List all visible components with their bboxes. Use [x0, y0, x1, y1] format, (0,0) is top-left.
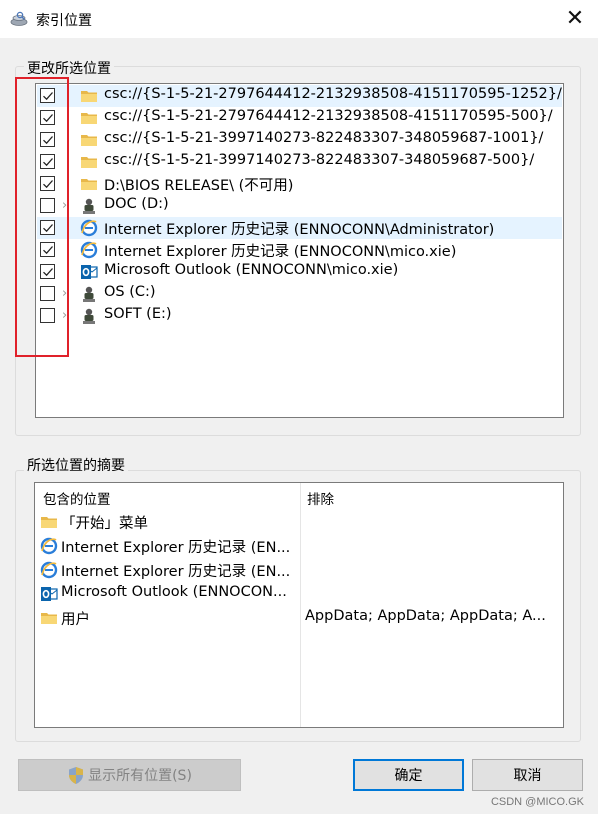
location-item[interactable]: D:\BIOS RELEASE\ (不可用)	[37, 173, 562, 195]
location-item[interactable]: › DOC (D:)	[37, 195, 562, 217]
close-icon: ✕	[565, 6, 585, 31]
location-item[interactable]: csc://{S-1-5-21-3997140273-822483307-348…	[37, 129, 562, 151]
column-header-included[interactable]: 包含的位置	[43, 483, 111, 509]
location-label: D:\BIOS RELEASE\ (不可用)	[104, 178, 294, 194]
location-tree[interactable]: csc://{S-1-5-21-2797644412-2132938508-41…	[35, 83, 564, 418]
location-label: OS (C:)	[104, 284, 156, 300]
close-button[interactable]: ✕	[552, 0, 598, 38]
location-item[interactable]: Internet Explorer 历史记录 (ENNOCONN\mico.xi…	[37, 239, 562, 261]
cancel-button[interactable]: 取消	[472, 759, 583, 791]
ie-icon	[80, 219, 98, 237]
outlook-icon	[40, 585, 58, 603]
ok-button[interactable]: 确定	[353, 759, 464, 791]
included-location: Microsoft Outlook (ENNOCON...	[61, 584, 287, 600]
drive-icon	[80, 285, 98, 303]
location-item[interactable]: › SOFT (E:)	[37, 305, 562, 327]
indexing-options-icon	[10, 11, 28, 26]
included-location: 「开始」菜单	[61, 516, 148, 532]
change-locations-label: 更改所选位置	[24, 58, 114, 78]
included-location: 用户	[61, 612, 90, 628]
location-label: csc://{S-1-5-21-2797644412-2132938508-41…	[104, 86, 562, 102]
folder-icon	[80, 175, 98, 193]
location-item[interactable]: Internet Explorer 历史记录 (ENNOCONN\Adminis…	[37, 217, 562, 239]
drive-icon	[80, 197, 98, 215]
location-item[interactable]: csc://{S-1-5-21-3997140273-822483307-348…	[37, 151, 562, 173]
title-bar: 索引位置 ✕	[0, 0, 598, 38]
summary-table[interactable]: 包含的位置 排除 「开始」菜单 Internet Explorer 历史记录 (E…	[34, 482, 564, 728]
folder-icon	[80, 131, 98, 149]
show-all-locations-button[interactable]: 显示所有位置(S)	[18, 759, 241, 791]
show-all-locations-label: 显示所有位置(S)	[88, 768, 192, 784]
location-label: csc://{S-1-5-21-3997140273-822483307-348…	[104, 130, 544, 146]
location-item[interactable]: Microsoft Outlook (ENNOCONN\mico.xie)	[37, 261, 562, 283]
summary-label: 所选位置的摘要	[24, 455, 128, 475]
ok-label: 确定	[394, 768, 423, 784]
watermark: CSDN @MICO.GK	[490, 796, 584, 808]
summary-row[interactable]: 「开始」菜单	[35, 510, 559, 533]
folder-icon	[80, 109, 98, 127]
included-location: Internet Explorer 历史记录 (EN...	[61, 564, 291, 580]
location-label: csc://{S-1-5-21-3997140273-822483307-348…	[104, 152, 535, 168]
column-header-excluded[interactable]: 排除	[307, 483, 334, 509]
folder-icon	[40, 513, 58, 531]
location-label: SOFT (E:)	[104, 306, 172, 322]
included-location: Internet Explorer 历史记录 (EN...	[61, 540, 291, 556]
location-label: Microsoft Outlook (ENNOCONN\mico.xie)	[104, 262, 399, 278]
ie-icon	[80, 241, 98, 259]
cancel-label: 取消	[513, 768, 542, 784]
drive-icon	[80, 307, 98, 325]
folder-icon	[80, 153, 98, 171]
location-label: Internet Explorer 历史记录 (ENNOCONN\mico.xi…	[104, 244, 457, 260]
ie-icon	[40, 537, 58, 555]
location-item[interactable]: csc://{S-1-5-21-2797644412-2132938508-41…	[37, 107, 562, 129]
folder-icon	[40, 609, 58, 627]
location-item[interactable]: csc://{S-1-5-21-2797644412-2132938508-41…	[37, 85, 562, 107]
shield-icon	[69, 766, 84, 784]
summary-row[interactable]: Microsoft Outlook (ENNOCON...	[35, 582, 559, 605]
excluded-locations: AppData; AppData; AppData; A...	[305, 608, 546, 624]
summary-row[interactable]: Internet Explorer 历史记录 (EN...	[35, 558, 559, 581]
annotation-highlight	[15, 77, 69, 357]
outlook-icon	[80, 263, 98, 281]
window-title: 索引位置	[36, 13, 92, 29]
location-item[interactable]: › OS (C:)	[37, 283, 562, 305]
location-label: csc://{S-1-5-21-2797644412-2132938508-41…	[104, 108, 553, 124]
summary-row[interactable]: 用户 AppData; AppData; AppData; A...	[35, 606, 559, 629]
location-label: Internet Explorer 历史记录 (ENNOCONN\Adminis…	[104, 222, 495, 238]
location-label: DOC (D:)	[104, 196, 169, 212]
ie-icon	[40, 561, 58, 579]
summary-row[interactable]: Internet Explorer 历史记录 (EN...	[35, 534, 559, 557]
folder-icon	[80, 87, 98, 105]
